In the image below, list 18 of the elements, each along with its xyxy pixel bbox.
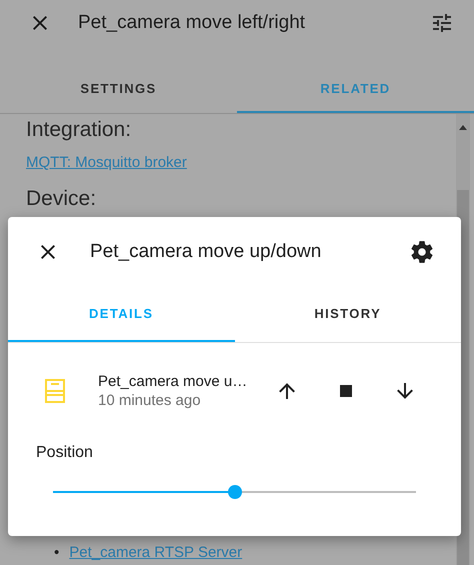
section-heading: Device: bbox=[26, 187, 98, 211]
dialog-title: Pet_camera move left/right bbox=[78, 12, 306, 34]
shutter-icon bbox=[45, 379, 65, 403]
tab[interactable]: HISTORY bbox=[234, 287, 461, 342]
last-changed: 10 minutes ago bbox=[98, 392, 202, 409]
settings-icon[interactable] bbox=[409, 239, 435, 265]
slider-thumb[interactable] bbox=[228, 485, 242, 499]
tab[interactable]: RELATED bbox=[237, 65, 474, 113]
section-heading: Integration: bbox=[26, 118, 132, 142]
integration-link[interactable]: MQTT: Mosquitto broker bbox=[26, 154, 187, 171]
dialog-title: Pet_camera move up/down bbox=[90, 241, 322, 263]
device-link[interactable]: Pet_camera RTSP Server bbox=[69, 544, 242, 561]
position-label: Position bbox=[36, 444, 94, 462]
scroll-up-icon[interactable] bbox=[459, 124, 467, 130]
bullet: • bbox=[54, 544, 60, 561]
entity-name: Pet_camera move u… bbox=[98, 373, 248, 390]
tab[interactable]: DETAILS bbox=[8, 287, 234, 342]
tab[interactable]: SETTINGS bbox=[0, 65, 237, 113]
